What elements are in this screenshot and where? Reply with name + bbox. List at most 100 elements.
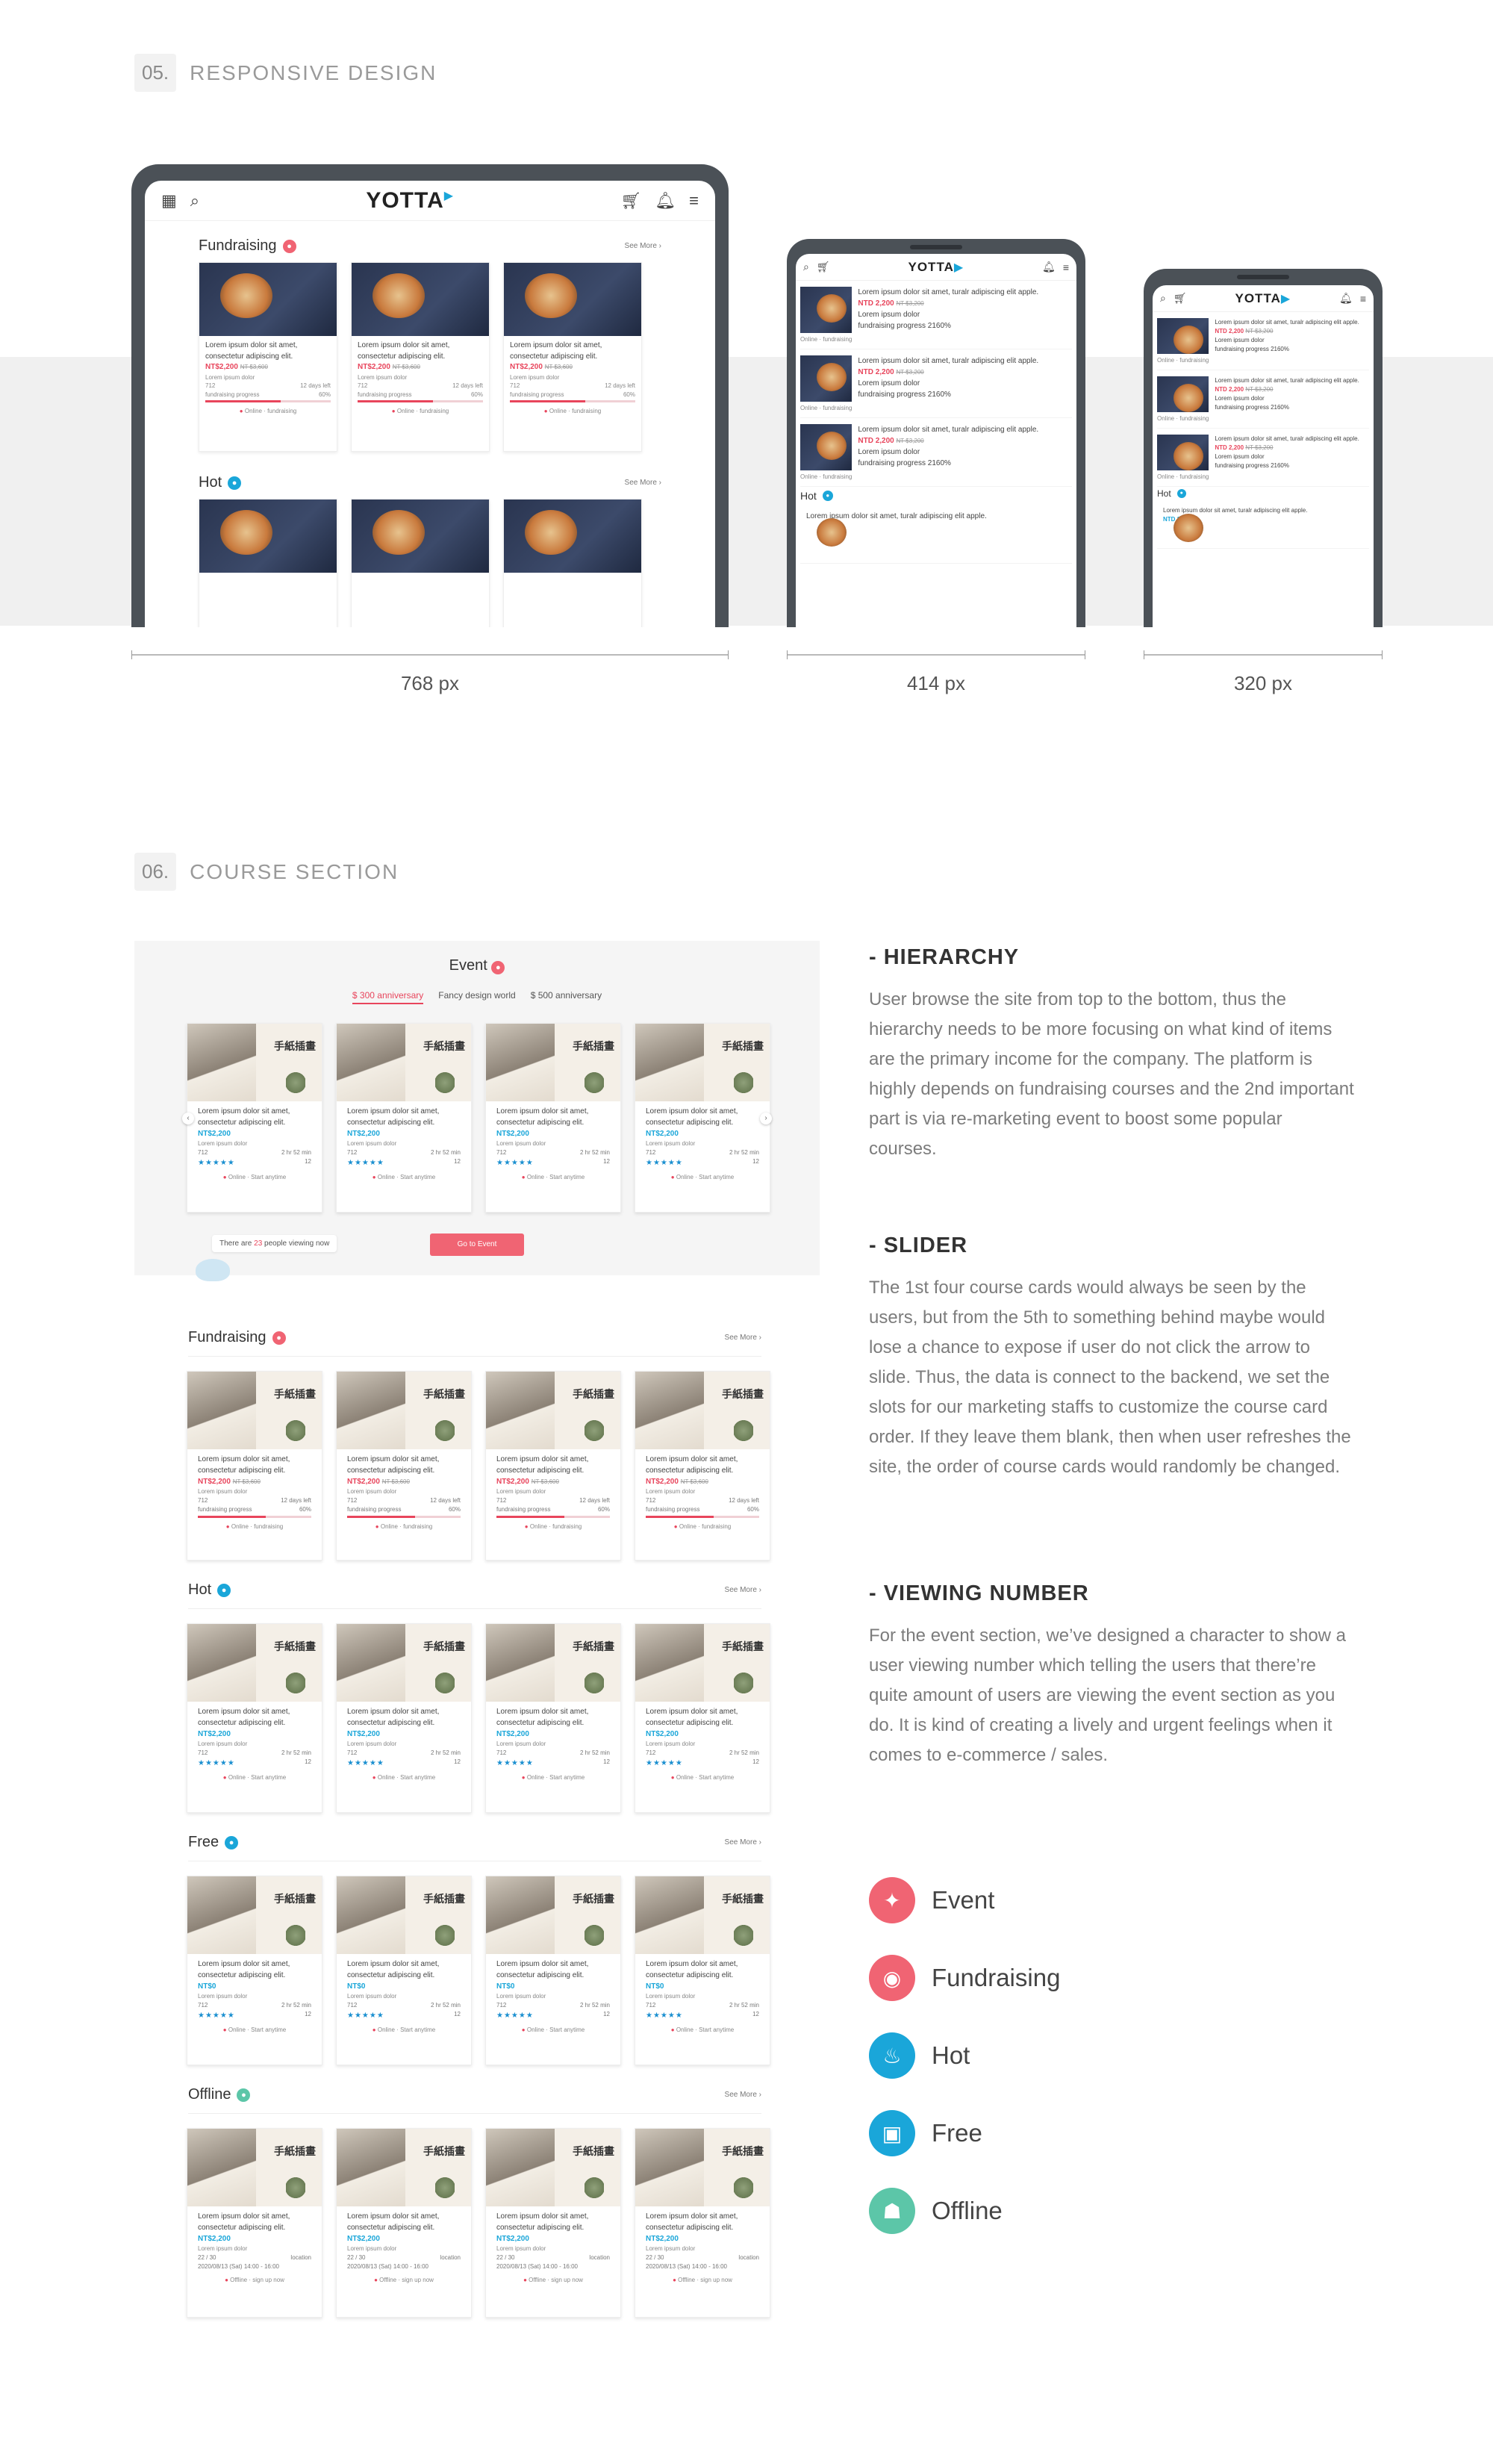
course-card[interactable]: Lorem ipsum dolor sit amet, consectetur …	[351, 262, 490, 452]
see-more-link[interactable]: See More ›	[725, 1838, 761, 1847]
phone-course-list: Online · fundraising Lorem ipsum dolor s…	[796, 281, 1076, 564]
rating-stars: ★★★★★	[496, 1159, 534, 1167]
search-icon[interactable]: ⌕	[1160, 292, 1166, 305]
cart-icon[interactable]: 🛒︎	[1173, 292, 1187, 305]
category-label: Hot	[1157, 488, 1171, 499]
course-sub: Lorem ipsum dolor	[347, 1140, 397, 1147]
course-card[interactable]	[503, 499, 642, 627]
course-image	[187, 1876, 322, 1954]
course-title: Lorem ipsum dolor sit amet, consectetur …	[358, 341, 450, 361]
bell-icon[interactable]: 🔔︎	[655, 191, 676, 211]
course-card[interactable]	[351, 499, 490, 627]
course-sub: Lorem ipsum dolor	[858, 379, 920, 388]
course-card[interactable]: Lorem ipsum dolor sit amet, consectetur …	[199, 262, 337, 452]
course-card[interactable]	[199, 499, 337, 627]
category-label: Hot	[800, 490, 817, 502]
list-item[interactable]: Online · fundraising Lorem ipsum dolor s…	[1157, 429, 1369, 487]
see-more-link[interactable]: See More ›	[725, 1586, 761, 1594]
search-icon[interactable]: ⌕	[803, 261, 809, 273]
progress-value: 60%	[623, 391, 635, 398]
logo[interactable]: YOTTA▶	[1235, 291, 1291, 306]
see-more-link[interactable]: See More ›	[725, 1334, 761, 1342]
rating-stars: ★★★★★	[347, 2012, 384, 2020]
course-card[interactable]: Lorem ipsum dolor sit amet, consectetur …	[485, 1371, 621, 1561]
people-count: 712	[496, 1497, 507, 1504]
list-item[interactable]: Online · fundraising Lorem ipsum dolor s…	[800, 349, 1072, 418]
course-image	[337, 1624, 471, 1702]
list-item[interactable]: Lorem ipsum dolor sit amet, turalr adipi…	[800, 505, 1072, 564]
rating-count: 12	[603, 1158, 610, 1165]
course-title: Lorem ipsum dolor sit amet, consectetur …	[496, 1107, 589, 1127]
course-card[interactable]: Lorem ipsum dolor sit amet, consectetur …	[485, 2128, 621, 2318]
bell-icon[interactable]: 🔔︎	[1339, 292, 1353, 305]
hamburger-icon[interactable]: ≡	[689, 191, 699, 211]
course-card[interactable]: Lorem ipsum dolor sit amet, consectetur …	[336, 1876, 472, 2065]
course-card[interactable]: Lorem ipsum dolor sit amet, consectetur …	[336, 1623, 472, 1813]
course-card[interactable]: Lorem ipsum dolor sit amet, consectetur …	[187, 1623, 322, 1813]
phone-mockup-414: ⌕ 🛒︎ YOTTA▶ 🔔︎ ≡ Online · fundraising Lore…	[787, 239, 1085, 627]
course-card[interactable]: Lorem ipsum dolor sit amet, consectetur …	[485, 1876, 621, 2065]
go-to-event-button[interactable]: Go to Event	[430, 1233, 524, 1256]
logo[interactable]: YOTTA▶	[908, 260, 964, 275]
people-count: 712	[347, 1749, 358, 1756]
online-status: Online · fundraising	[198, 1522, 311, 1531]
list-item[interactable]: Online · fundraising Lorem ipsum dolor s…	[1157, 312, 1369, 370]
grid-menu-icon[interactable]: ▦	[161, 191, 177, 211]
list-item[interactable]: Online · fundraising Lorem ipsum dolor s…	[1157, 370, 1369, 429]
see-more-link[interactable]: See More ›	[725, 2091, 761, 2099]
course-card[interactable]: Lorem ipsum dolor sit amet, consectetur …	[635, 1623, 770, 1813]
course-price: NTD 2,200	[1215, 328, 1244, 335]
course-card[interactable]: Lorem ipsum dolor sit amet, consectetur …	[503, 262, 642, 452]
flame-icon: ●	[217, 1583, 231, 1597]
course-card[interactable]: Lorem ipsum dolor sit amet, consectetur …	[485, 1023, 621, 1213]
people-count: 712	[510, 382, 520, 390]
list-item[interactable]: Online · fundraising Lorem ipsum dolor s…	[800, 418, 1072, 487]
duration: 2 hr 52 min	[729, 1149, 759, 1156]
legend-label: Fundraising	[932, 1964, 1061, 1991]
course-card[interactable]: Lorem ipsum dolor sit amet, consectetur …	[187, 1023, 322, 1213]
list-item[interactable]: Online · fundraising Lorem ipsum dolor s…	[800, 281, 1072, 349]
people-count: 712	[646, 2002, 656, 2009]
cart-icon[interactable]: 🛒︎	[620, 191, 641, 211]
progress-text: fundraising progress 2160%	[858, 391, 951, 399]
people-count: 712	[198, 1749, 208, 1756]
people-count: 712	[646, 1149, 656, 1156]
course-card[interactable]: Lorem ipsum dolor sit amet, consectetur …	[635, 2128, 770, 2318]
course-card[interactable]: Lorem ipsum dolor sit amet, consectetur …	[336, 2128, 472, 2318]
duration: 2 hr 52 min	[430, 1749, 461, 1756]
hamburger-icon[interactable]: ≡	[1063, 261, 1069, 273]
slider-prev-arrow[interactable]: ‹	[182, 1113, 194, 1124]
course-card[interactable]: Lorem ipsum dolor sit amet, consectetur …	[635, 1876, 770, 2065]
see-more-link[interactable]: See More ›	[625, 479, 661, 487]
course-card[interactable]: Lorem ipsum dolor sit amet, consectetur …	[485, 1623, 621, 1813]
course-sub: Lorem ipsum dolor	[858, 448, 920, 456]
hamburger-icon[interactable]: ≡	[1360, 293, 1366, 305]
duration: 2 hr 52 min	[281, 2002, 311, 2009]
course-card[interactable]: Lorem ipsum dolor sit amet, consectetur …	[187, 1371, 322, 1561]
course-card[interactable]: Lorem ipsum dolor sit amet, consectetur …	[635, 1023, 770, 1213]
course-price: NT$2,200	[347, 1478, 380, 1486]
search-icon[interactable]: ⌕	[190, 191, 199, 211]
online-status: Online · fundraising	[205, 407, 331, 416]
course-card[interactable]: Lorem ipsum dolor sit amet, consectetur …	[336, 1023, 472, 1213]
course-sub: Lorem ipsum dolor	[198, 2245, 248, 2252]
cart-icon[interactable]: 🛒︎	[817, 261, 830, 273]
category-header-fundraising: Fundraising ● See More ›	[188, 1329, 761, 1346]
bell-icon[interactable]: 🔔︎	[1042, 261, 1056, 273]
course-card[interactable]: Lorem ipsum dolor sit amet, consectetur …	[187, 1876, 322, 2065]
tab-500-anniversary[interactable]: $ 500 anniversary	[531, 990, 602, 1004]
course-image	[486, 1624, 620, 1702]
tab-300-anniversary[interactable]: $ 300 anniversary	[352, 990, 424, 1004]
tab-fancy-design[interactable]: Fancy design world	[438, 990, 515, 1004]
course-card[interactable]: Lorem ipsum dolor sit amet, consectetur …	[336, 1371, 472, 1561]
course-card[interactable]: Lorem ipsum dolor sit amet, consectetur …	[187, 2128, 322, 2318]
rating-count: 12	[454, 1158, 461, 1165]
slider-next-arrow[interactable]: ›	[760, 1113, 772, 1124]
flame-icon: ●	[822, 491, 833, 501]
see-more-link[interactable]: See More ›	[625, 242, 661, 250]
list-item[interactable]: Lorem ipsum dolor sit amet, turalr adipi…	[1157, 500, 1369, 549]
logo[interactable]: YOTTA▶	[366, 188, 454, 214]
course-card[interactable]: Lorem ipsum dolor sit amet, consectetur …	[635, 1371, 770, 1561]
online-status: Online · Start anytime	[198, 1173, 311, 1182]
location: location	[589, 2254, 610, 2261]
